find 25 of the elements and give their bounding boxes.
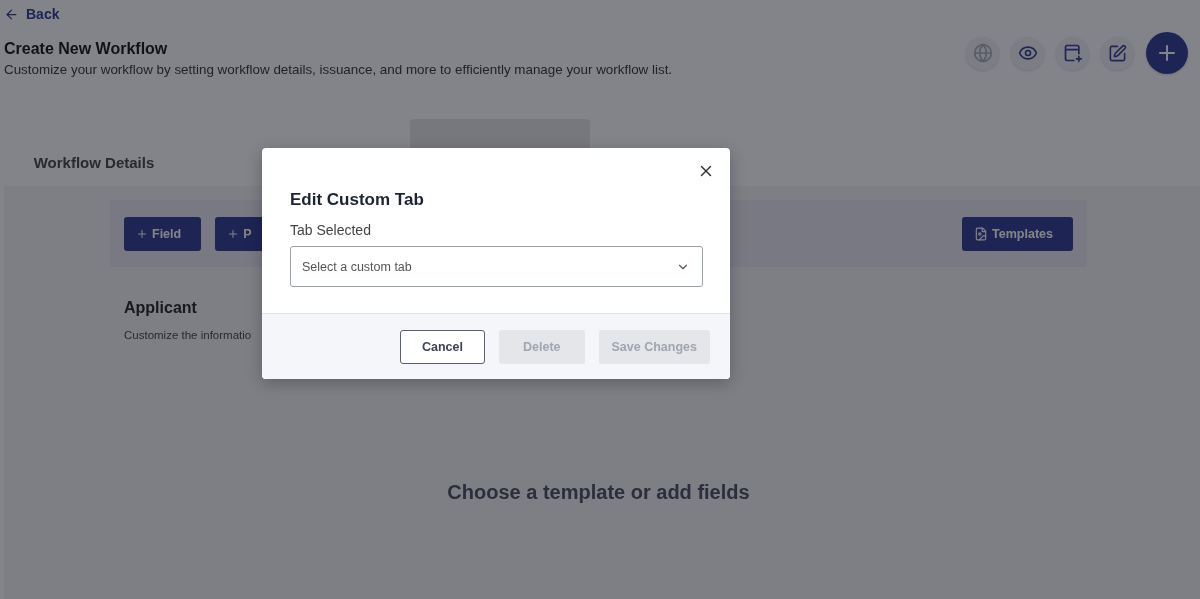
dialog-button[interactable]: Cancel bbox=[400, 329, 485, 364]
plus-icon bbox=[227, 227, 240, 240]
edit-button[interactable] bbox=[1101, 36, 1134, 70]
window-plus-icon bbox=[1062, 43, 1083, 63]
file-icon bbox=[974, 226, 989, 241]
edit-icon bbox=[1108, 43, 1127, 63]
globe-icon bbox=[972, 43, 993, 63]
templates-button[interactable]: Templates bbox=[962, 216, 1073, 251]
section-title: Applicant bbox=[124, 299, 198, 317]
plus-icon bbox=[136, 227, 148, 240]
add-window-button[interactable] bbox=[1056, 36, 1089, 70]
modal-title: Edit Custom Tab bbox=[290, 190, 425, 210]
add-button[interactable] bbox=[1146, 32, 1188, 74]
page-title: Create New Workflow bbox=[4, 40, 169, 58]
section-description: Customize the informatio bbox=[124, 329, 253, 341]
select-field[interactable]: Select a custom tab bbox=[290, 246, 703, 287]
back-arrow-icon bbox=[4, 6, 19, 22]
eye-icon bbox=[1017, 43, 1038, 63]
page-subtitle: Customize your workflow by setting workflow details, issuance, and more to efficiently manage your workflow list. bbox=[4, 62, 673, 77]
empty-state-text: Choose a template or add fields bbox=[446, 481, 751, 504]
back-link[interactable]: Back bbox=[4, 6, 60, 22]
preview-button[interactable] bbox=[1011, 36, 1044, 70]
tab[interactable]: Workflow Details bbox=[4, 119, 184, 186]
add-button[interactable]: Field bbox=[124, 216, 202, 251]
field-label: Tab Selected bbox=[290, 222, 372, 238]
